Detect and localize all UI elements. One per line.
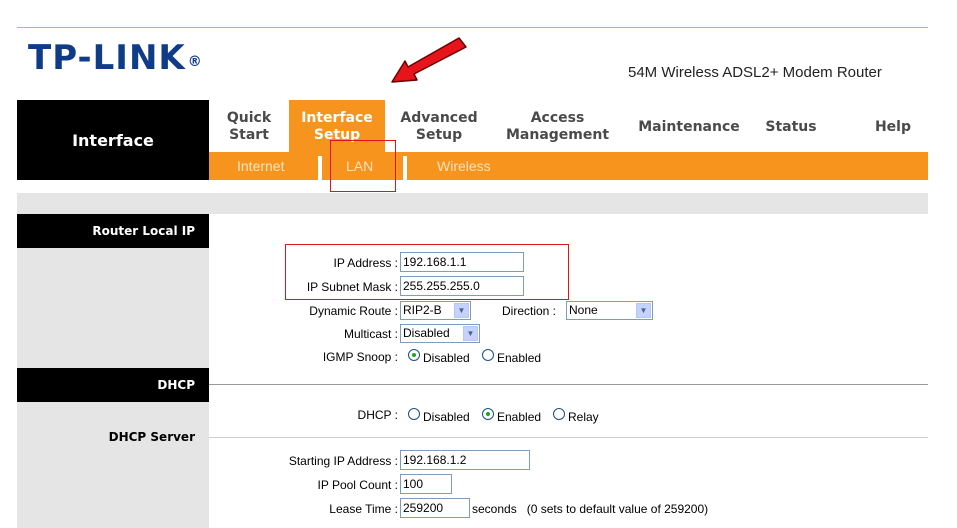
section-title: Interface [17, 100, 209, 180]
tab-access-management[interactable]: Access Management [500, 100, 615, 152]
lease-time-hint: seconds (0 sets to default value of 2592… [472, 502, 709, 516]
dhcp-heading: DHCP [17, 368, 209, 402]
lan-highlight-box [330, 140, 396, 192]
ip-fields-highlight-box [285, 244, 569, 300]
direction-value: None [569, 303, 598, 317]
lease-time-input[interactable]: 259200 [400, 498, 470, 518]
chevron-down-icon: ▼ [463, 326, 478, 341]
submenu-wireless[interactable]: Wireless [437, 152, 491, 180]
igmp-snoop-disabled-radio[interactable] [408, 349, 420, 361]
starting-ip-label: Starting IP Address : [288, 454, 398, 468]
submenu-separator [318, 156, 322, 180]
tab-quick-start[interactable]: Quick Start [209, 100, 289, 152]
red-arrow-icon [391, 37, 467, 83]
igmp-snoop-enabled-radio[interactable] [482, 349, 494, 361]
direction-select[interactable]: None ▼ [566, 301, 653, 320]
chevron-down-icon: ▼ [636, 303, 651, 318]
dhcp-relay-label: Relay [568, 410, 599, 424]
direction-label: Direction : [502, 304, 557, 318]
dhcp-enabled-radio[interactable] [482, 408, 494, 420]
header-divider [17, 27, 928, 28]
tab-advanced-setup[interactable]: Advanced Setup [393, 100, 485, 152]
igmp-snoop-disabled-label: Disabled [423, 351, 470, 365]
tab-status[interactable]: Status [758, 100, 824, 152]
lease-time-label: Lease Time : [329, 502, 398, 516]
dhcp-server-heading: DHCP Server [108, 430, 195, 444]
dhcp-relay-radio[interactable] [553, 408, 565, 420]
router-local-ip-heading: Router Local IP [17, 214, 209, 248]
dynamic-route-value: RIP2-B [403, 303, 442, 317]
multicast-value: Disabled [403, 326, 450, 340]
pool-count-label: IP Pool Count : [317, 478, 399, 492]
tab-maintenance[interactable]: Maintenance [630, 100, 748, 152]
igmp-snoop-label: IGMP Snoop : [322, 350, 398, 364]
submenu-internet[interactable]: Internet [237, 152, 284, 180]
pool-count-input[interactable]: 100 [400, 474, 452, 494]
section-divider [209, 384, 928, 385]
dhcp-disabled-radio[interactable] [408, 408, 420, 420]
tab-help[interactable]: Help [862, 100, 924, 152]
dynamic-route-label: Dynamic Route : [309, 304, 398, 318]
multicast-label: Multicast : [343, 327, 398, 341]
chevron-down-icon: ▼ [454, 303, 469, 318]
multicast-select[interactable]: Disabled ▼ [400, 324, 480, 343]
igmp-snoop-enabled-label: Enabled [497, 351, 542, 365]
tp-link-logo: TP-LINK ® [28, 38, 203, 78]
row-divider [209, 437, 928, 438]
content-top-band [17, 193, 928, 214]
dynamic-route-select[interactable]: RIP2-B ▼ [400, 301, 471, 320]
starting-ip-input[interactable]: 192.168.1.2 [400, 450, 530, 470]
product-name: 54M Wireless ADSL2+ Modem Router [628, 64, 882, 81]
dhcp-label: DHCP : [357, 408, 398, 422]
submenu-separator [403, 156, 407, 180]
dhcp-enabled-label: Enabled [497, 410, 542, 424]
submenu-bar [209, 152, 928, 180]
dhcp-disabled-label: Disabled [423, 410, 470, 424]
